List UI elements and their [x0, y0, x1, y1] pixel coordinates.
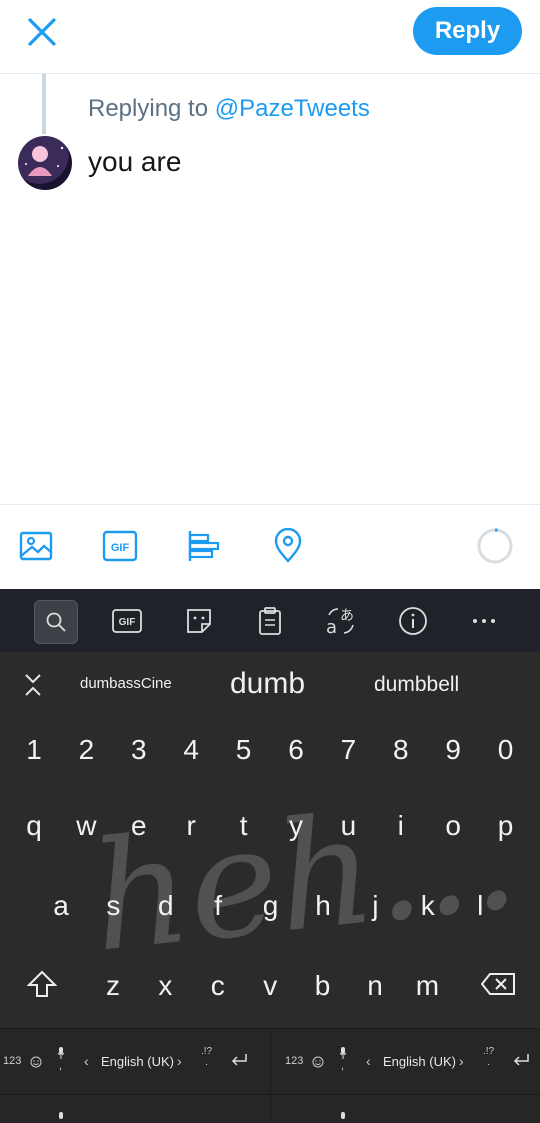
key-o[interactable]: o	[427, 796, 479, 856]
svg-text:あ: あ	[340, 608, 354, 624]
key-u[interactable]: u	[322, 796, 374, 856]
toolbar-divider	[0, 504, 540, 505]
enter-icon	[513, 1054, 529, 1066]
lang-prev-icon[interactable]: ‹	[84, 1053, 89, 1069]
translate-icon[interactable]: aあ	[320, 600, 362, 642]
enter-key-2[interactable]	[511, 1052, 531, 1068]
replying-to-label: Replying to @PazeTweets	[88, 95, 370, 123]
backspace-key[interactable]	[476, 962, 520, 1006]
mic-comma-key[interactable]: ,	[56, 1046, 66, 1074]
key-p[interactable]: p	[480, 796, 532, 856]
key-6[interactable]: 6	[270, 720, 322, 780]
key-w[interactable]: w	[60, 796, 112, 856]
bottom-bar-divider	[270, 1028, 271, 1122]
suggestion-3[interactable]: dumbbell	[374, 673, 459, 697]
key-l[interactable]: l	[454, 876, 506, 936]
more-icon[interactable]	[463, 600, 505, 642]
key-x[interactable]: x	[139, 956, 191, 1016]
poll-icon[interactable]	[186, 528, 222, 564]
key-s[interactable]: s	[87, 876, 139, 936]
gif-icon[interactable]: GIF	[102, 528, 138, 564]
lang-next-icon[interactable]: ›	[177, 1053, 182, 1069]
key-f[interactable]: f	[192, 876, 244, 936]
suggestion-2[interactable]: dumb	[230, 667, 305, 701]
key-y[interactable]: y	[270, 796, 322, 856]
shift-key[interactable]	[20, 962, 64, 1006]
emoji-icon-2[interactable]	[312, 1055, 324, 1068]
close-icon	[28, 18, 56, 46]
mic-comma-key-2[interactable]: ,	[338, 1046, 348, 1074]
key-d[interactable]: d	[140, 876, 192, 936]
sticker-icon[interactable]	[178, 600, 220, 642]
collapse-suggestions-icon[interactable]	[22, 672, 44, 698]
location-icon[interactable]	[270, 527, 306, 564]
backspace-icon	[480, 973, 515, 995]
replying-prefix: Replying to	[88, 95, 209, 122]
key-n[interactable]: n	[349, 956, 401, 1016]
key-4[interactable]: 4	[165, 720, 217, 780]
key-h[interactable]: h	[297, 876, 349, 936]
language-space-key-2[interactable]: English (UK)	[383, 1054, 456, 1069]
numbers-key[interactable]: 123	[3, 1055, 21, 1067]
gif-icon[interactable]: GIF	[106, 600, 148, 642]
key-m[interactable]: m	[401, 956, 453, 1016]
key-q[interactable]: q	[8, 796, 60, 856]
key-0[interactable]: 0	[480, 720, 532, 780]
punctuation-key[interactable]: .!? .	[201, 1046, 212, 1068]
key-b[interactable]: b	[297, 956, 349, 1016]
svg-text:GIF: GIF	[111, 542, 130, 554]
numbers-key-2[interactable]: 123	[285, 1055, 303, 1067]
key-g[interactable]: g	[245, 876, 297, 936]
character-progress-circle	[476, 527, 514, 565]
key-5[interactable]: 5	[218, 720, 270, 780]
key-t[interactable]: t	[218, 796, 270, 856]
lang-prev-icon-2[interactable]: ‹	[366, 1053, 371, 1069]
enter-icon	[231, 1054, 247, 1066]
header-divider	[0, 73, 540, 74]
close-button[interactable]	[22, 12, 62, 52]
key-i[interactable]: i	[375, 796, 427, 856]
svg-text:GIF: GIF	[119, 617, 136, 628]
key-j[interactable]: j	[349, 876, 401, 936]
language-space-key[interactable]: English (UK)	[101, 1054, 174, 1069]
suggestion-1[interactable]: dumbassCine	[80, 675, 172, 692]
reply-button[interactable]: Reply	[413, 7, 522, 55]
key-c[interactable]: c	[192, 956, 244, 1016]
replying-handle[interactable]: @PazeTweets	[215, 95, 370, 122]
key-v[interactable]: v	[244, 956, 296, 1016]
clipboard-icon[interactable]	[249, 600, 291, 642]
mic-icon-4[interactable]	[338, 1110, 348, 1122]
compose-text-area[interactable]: you are	[88, 146, 181, 178]
shift-icon	[26, 970, 58, 997]
image-icon[interactable]	[18, 528, 54, 564]
emoji-icon[interactable]	[30, 1055, 42, 1068]
mic-icon-3[interactable]	[56, 1110, 66, 1122]
key-k[interactable]: k	[402, 876, 454, 936]
key-z[interactable]: z	[87, 956, 139, 1016]
lang-next-icon-2[interactable]: ›	[459, 1053, 464, 1069]
key-8[interactable]: 8	[375, 720, 427, 780]
svg-text:a: a	[326, 617, 337, 637]
enter-key[interactable]	[229, 1052, 249, 1068]
key-9[interactable]: 9	[427, 720, 479, 780]
info-icon[interactable]	[392, 600, 434, 642]
key-r[interactable]: r	[165, 796, 217, 856]
key-2[interactable]: 2	[60, 720, 112, 780]
search-icon[interactable]	[34, 600, 78, 644]
avatar	[18, 136, 72, 190]
key-7[interactable]: 7	[322, 720, 374, 780]
key-1[interactable]: 1	[8, 720, 60, 780]
key-e[interactable]: e	[113, 796, 165, 856]
thread-line	[42, 74, 46, 134]
punctuation-key-2[interactable]: .!? .	[483, 1046, 494, 1068]
key-a[interactable]: a	[35, 876, 87, 936]
key-3[interactable]: 3	[113, 720, 165, 780]
